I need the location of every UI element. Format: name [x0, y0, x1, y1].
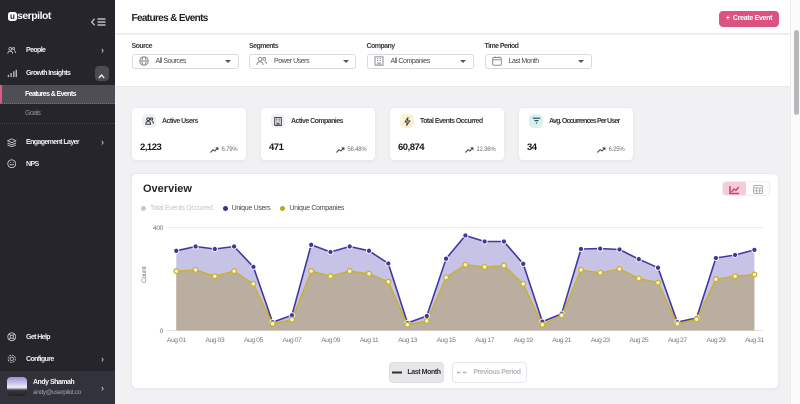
svg-text:Aug 03: Aug 03: [205, 337, 225, 344]
svg-text:Aug 15: Aug 15: [437, 337, 457, 344]
svg-text:0: 0: [160, 328, 164, 335]
svg-text:Aug 25: Aug 25: [629, 337, 649, 344]
svg-text:Aug 05: Aug 05: [244, 337, 264, 344]
svg-text:Aug 11: Aug 11: [360, 337, 379, 344]
svg-text:Aug 29: Aug 29: [706, 337, 726, 344]
svg-text:Aug 13: Aug 13: [398, 337, 418, 344]
svg-text:Aug 17: Aug 17: [475, 337, 495, 344]
svg-text:Aug 01: Aug 01: [167, 337, 187, 344]
svg-text:Aug 09: Aug 09: [321, 337, 341, 344]
svg-text:Aug 23: Aug 23: [591, 337, 611, 344]
svg-text:400: 400: [153, 225, 164, 232]
svg-text:Aug 21: Aug 21: [552, 337, 572, 344]
svg-text:Count: Count: [141, 266, 148, 282]
svg-text:Aug 19: Aug 19: [514, 337, 534, 344]
svg-text:Aug 31: Aug 31: [745, 337, 765, 344]
svg-text:Aug 07: Aug 07: [282, 337, 302, 344]
svg-text:Aug 27: Aug 27: [668, 337, 688, 344]
